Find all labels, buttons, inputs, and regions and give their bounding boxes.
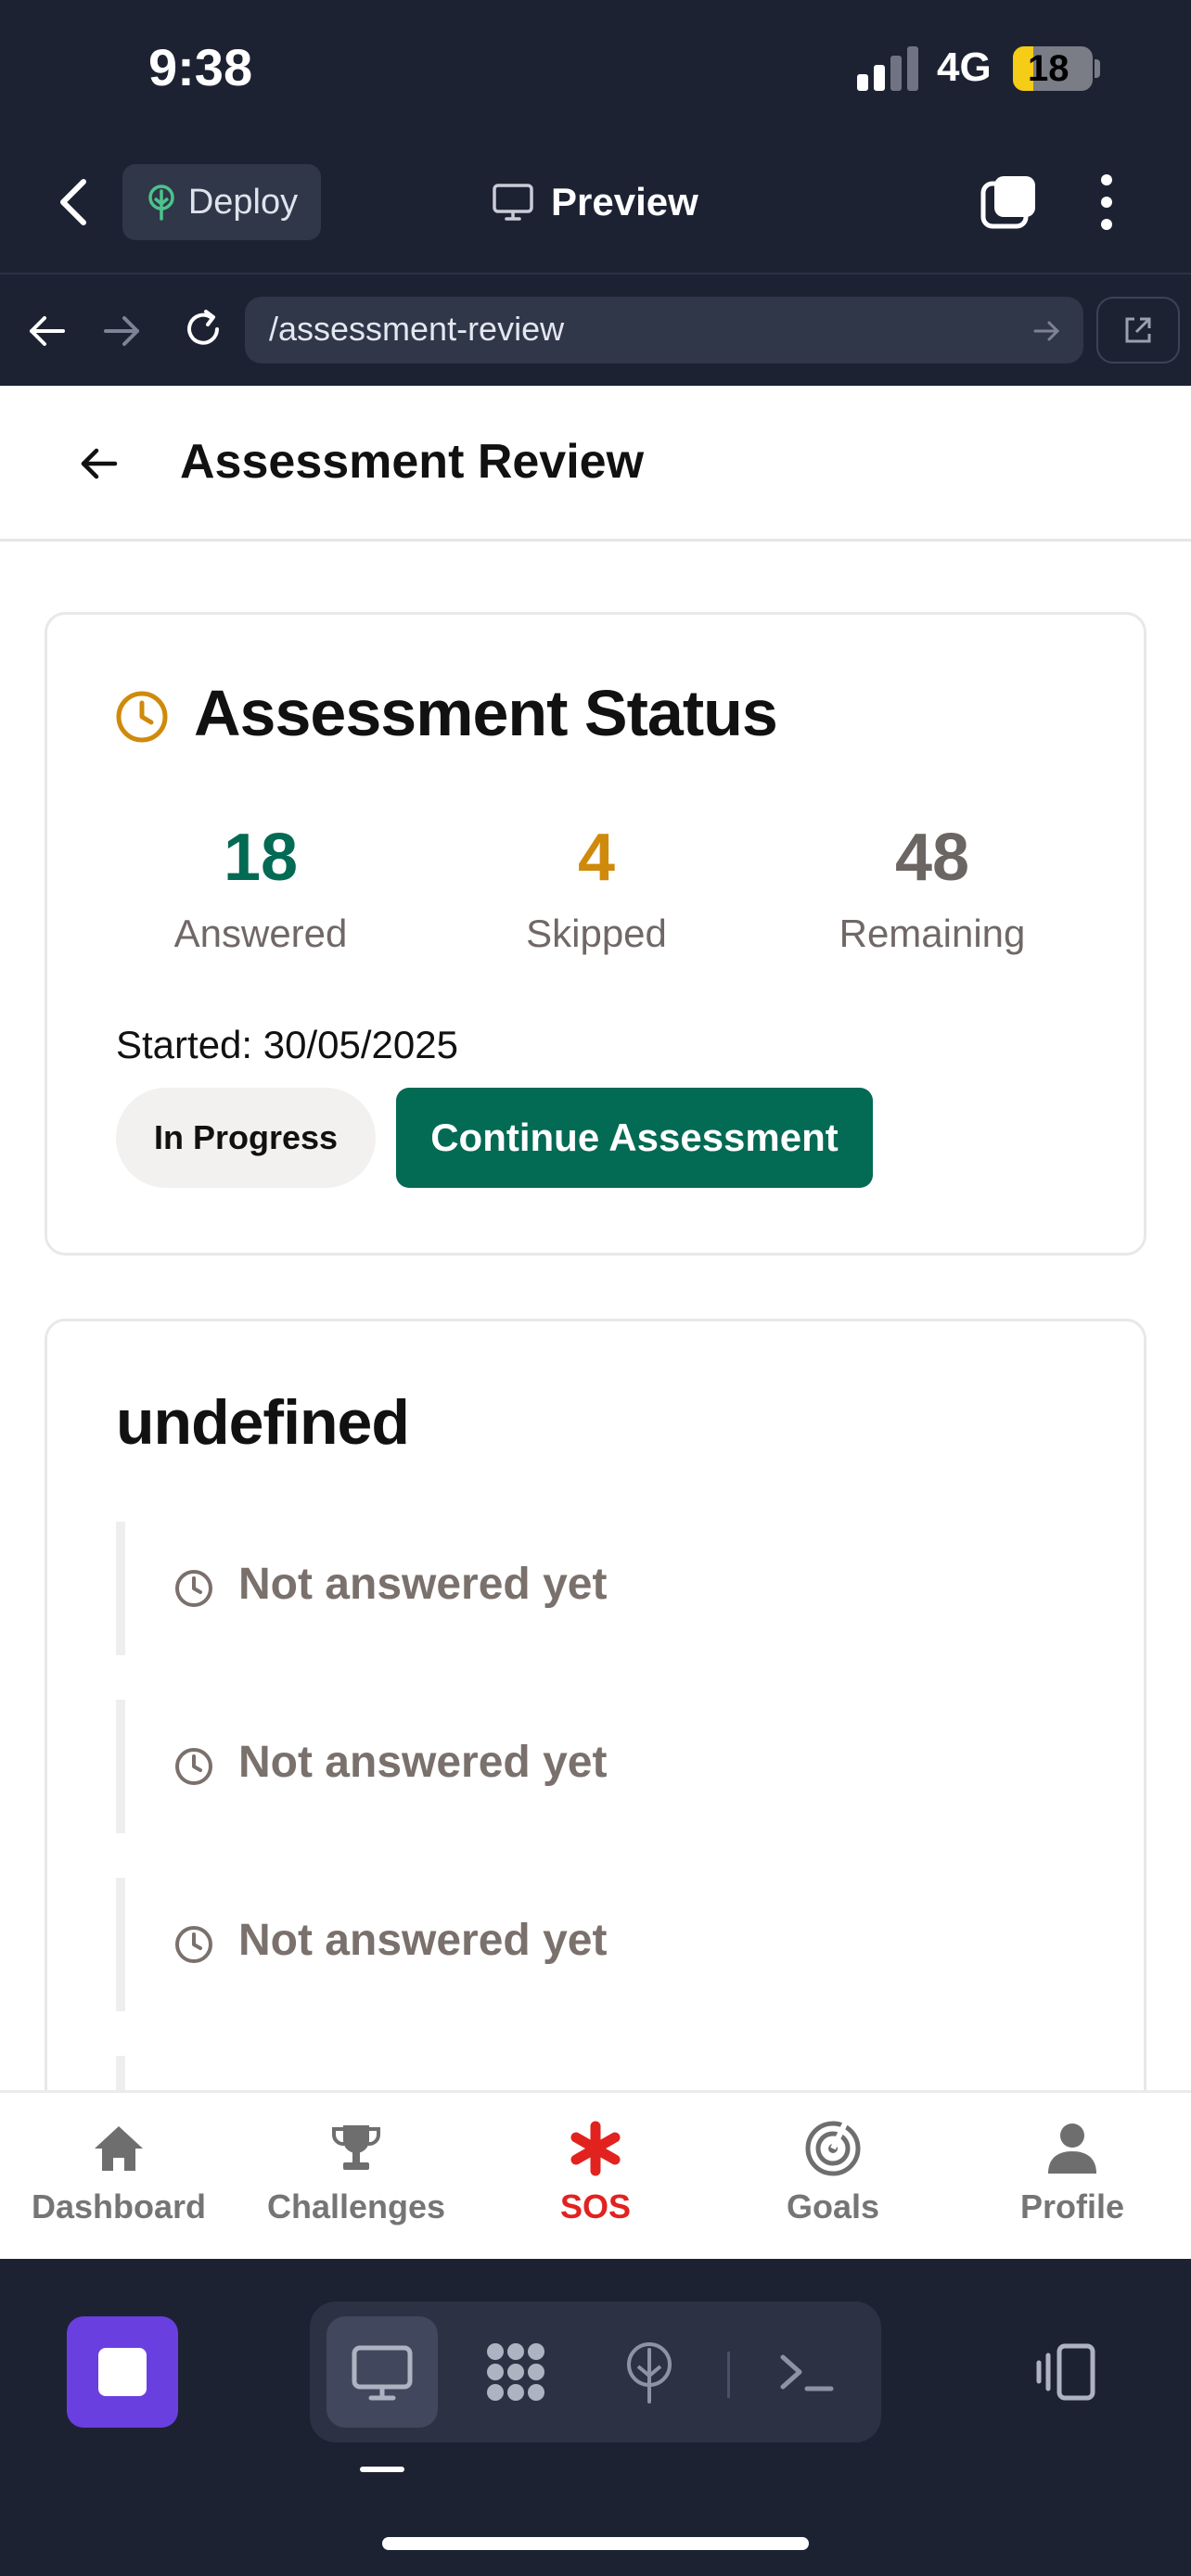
active-tab-indicator xyxy=(360,2467,404,2472)
person-icon xyxy=(1048,2123,1096,2174)
stat-skipped: 4 Skipped xyxy=(429,824,763,956)
layout-toggle-icon[interactable] xyxy=(1031,2335,1106,2409)
ide-dock xyxy=(0,2259,1191,2576)
stat-remaining: 48 Remaining xyxy=(765,824,1099,956)
deploy-button[interactable]: Deploy xyxy=(122,164,321,240)
nav-dashboard[interactable]: Dashboard xyxy=(0,2121,237,2226)
more-options-icon[interactable] xyxy=(1095,172,1119,232)
question-status: Not answered yet xyxy=(238,1560,608,1609)
target-icon xyxy=(805,2121,861,2176)
toolbar-divider xyxy=(0,273,1191,274)
home-indicator[interactable] xyxy=(382,2537,809,2550)
terminal-icon[interactable] xyxy=(770,2335,844,2409)
monitor-icon xyxy=(352,2345,413,2401)
stat-answered: 18 Answered xyxy=(94,824,428,956)
web-preview: Assessment Review Assessment Status 18 A… xyxy=(0,386,1191,2090)
stat-skipped-value: 4 xyxy=(577,821,616,895)
status-badge: In Progress xyxy=(116,1088,376,1188)
section-title: undefined xyxy=(116,1387,410,1458)
clock-icon xyxy=(116,691,168,743)
nav-label: Challenges xyxy=(266,2187,446,2225)
nav-profile[interactable]: Profile xyxy=(954,2121,1191,2226)
nav-goals[interactable]: Goals xyxy=(714,2121,952,2226)
stat-remaining-label: Remaining xyxy=(839,912,1026,955)
nav-challenges[interactable]: Challenges xyxy=(237,2121,475,2226)
bottom-nav: Dashboard Challenges SOS Goals Profile xyxy=(0,2090,1191,2259)
assessment-status-card: Assessment Status 18 Answered 4 Skipped … xyxy=(45,612,1146,1256)
nav-label: Goals xyxy=(786,2187,880,2225)
reload-icon[interactable] xyxy=(180,306,226,352)
page-header: Assessment Review xyxy=(0,386,1191,542)
workspace-grid-icon[interactable] xyxy=(479,2335,553,2409)
arrow-right-icon[interactable] xyxy=(100,310,143,352)
clock-icon xyxy=(175,1748,212,1785)
stop-button[interactable] xyxy=(67,2316,178,2428)
tabs-icon[interactable] xyxy=(980,172,1039,232)
deploy-icon xyxy=(148,185,174,221)
asterisk-icon xyxy=(570,2121,621,2176)
monitor-icon xyxy=(493,184,533,221)
deploy-label: Deploy xyxy=(187,182,299,222)
stat-answered-label: Answered xyxy=(173,912,348,955)
go-arrow-icon[interactable] xyxy=(1031,315,1063,347)
question-item[interactable]: Not answered yet xyxy=(116,1878,1071,2011)
open-external-button[interactable] xyxy=(1096,297,1180,363)
dock-divider xyxy=(727,2352,730,2398)
clock-icon xyxy=(175,1926,212,1963)
arrow-left-icon[interactable] xyxy=(26,310,69,352)
question-status: Not answered yet xyxy=(238,1916,608,1965)
home-icon xyxy=(95,2126,143,2171)
preview-label: Preview xyxy=(551,180,698,223)
nav-label: Dashboard xyxy=(31,2187,207,2225)
battery-tip xyxy=(1095,59,1100,78)
nav-label: Profile xyxy=(1019,2187,1125,2225)
signal-icon xyxy=(857,46,918,91)
question-status: Not answered yet xyxy=(238,1738,608,1787)
stat-answered-value: 18 xyxy=(223,821,299,895)
nav-sos[interactable]: SOS xyxy=(477,2121,714,2226)
continue-assessment-button[interactable]: Continue Assessment xyxy=(396,1088,873,1188)
started-date: Started: 30/05/2025 xyxy=(116,1023,458,1066)
status-card-title: Assessment Status xyxy=(194,677,778,749)
external-link-icon xyxy=(1125,317,1151,343)
stat-skipped-label: Skipped xyxy=(526,912,667,955)
chevron-left-icon[interactable] xyxy=(56,176,93,228)
status-time: 9:38 xyxy=(148,38,253,96)
trophy-icon xyxy=(331,2125,381,2170)
page-title: Assessment Review xyxy=(180,435,645,489)
question-section-card: undefined Not answered yet Not answered … xyxy=(45,1319,1146,2090)
stop-icon xyxy=(98,2348,147,2396)
preview-tab[interactable]: Preview xyxy=(492,176,698,228)
battery-level: 18 xyxy=(1028,48,1069,89)
question-item[interactable]: Not answered yet xyxy=(116,1700,1071,1833)
deploy-icon[interactable] xyxy=(612,2335,686,2409)
nav-label: SOS xyxy=(559,2187,632,2225)
stat-remaining-value: 48 xyxy=(894,821,970,895)
question-item[interactable] xyxy=(116,2056,1071,2090)
back-arrow-icon[interactable] xyxy=(78,443,122,484)
url-text[interactable]: /assessment-review xyxy=(269,310,564,349)
question-item[interactable]: Not answered yet xyxy=(116,1522,1071,1655)
clock-icon xyxy=(175,1570,212,1607)
network-label: 4G xyxy=(937,45,992,90)
battery-icon: 18 xyxy=(1013,46,1093,91)
